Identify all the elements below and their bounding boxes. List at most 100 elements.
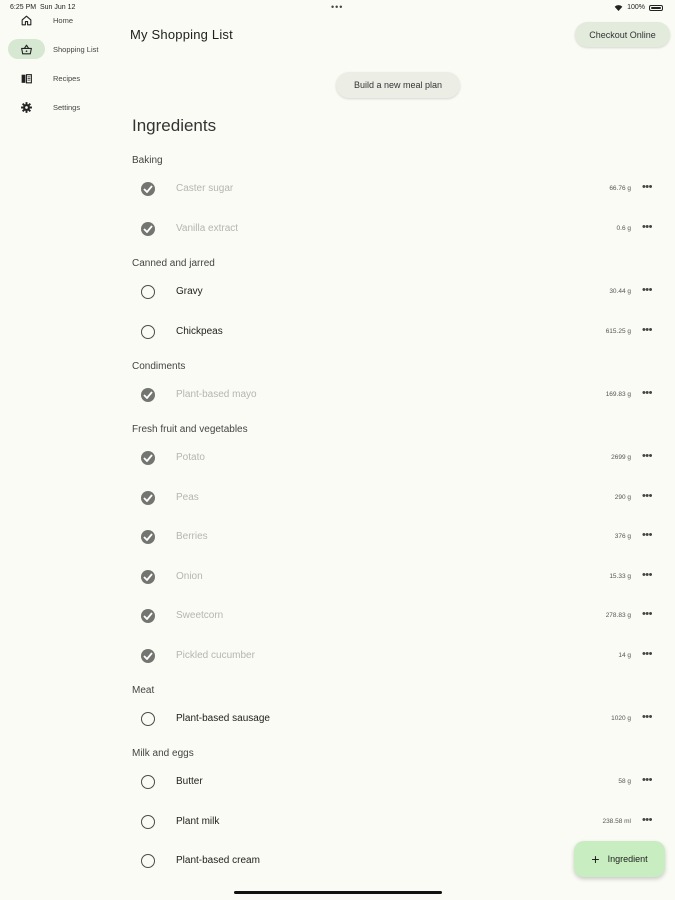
ingredient-name: Gravy (176, 286, 203, 297)
ingredient-quantity: 238.58 ml (602, 817, 631, 825)
more-options-icon[interactable]: ••• (642, 529, 653, 541)
plus-icon: + (591, 851, 600, 867)
checked-checkbox[interactable] (141, 388, 155, 402)
nav-item-home[interactable]: Home (8, 9, 113, 31)
nav-item-settings[interactable]: Settings (8, 96, 113, 118)
page-title: My Shopping List (130, 27, 233, 42)
build-meal-plan-button[interactable]: Build a new meal plan (336, 72, 460, 98)
ingredient-row[interactable]: Berries 376 g ••• (130, 520, 665, 554)
ingredient-name: Peas (176, 491, 199, 503)
more-options-icon[interactable]: ••• (642, 284, 653, 296)
checked-checkbox[interactable] (141, 490, 155, 505)
ingredient-name: Berries (176, 531, 208, 542)
checkmark-icon (143, 493, 153, 502)
ingredient-row[interactable]: Onion 15.33 g ••• (130, 560, 665, 594)
more-options-icon[interactable]: ••• (642, 774, 653, 786)
ingredient-name: Plant-based mayo (176, 389, 257, 400)
basket-icon (21, 44, 32, 54)
battery-icon (649, 4, 663, 11)
unchecked-checkbox[interactable] (141, 285, 155, 299)
category-heading: Canned and jarred (132, 258, 215, 269)
ingredient-quantity: 58 g (618, 778, 631, 785)
category-heading: Baking (132, 155, 163, 166)
checked-checkbox[interactable] (141, 182, 155, 196)
unchecked-checkbox[interactable] (141, 775, 155, 789)
ingredient-quantity: 14 g (618, 651, 631, 659)
ingredient-name: Vanilla extract (176, 222, 239, 234)
nav-label-home: Home (53, 15, 74, 25)
nav-item-shopping-list[interactable]: Shopping List (8, 38, 113, 60)
ingredient-row[interactable]: Pickled cucumber 14 g ••• (130, 639, 665, 673)
ingredient-row[interactable]: Plant milk 238.58 ml ••• (130, 805, 665, 839)
checkmark-icon (143, 533, 153, 541)
multitasking-dots[interactable]: ••• (331, 2, 343, 12)
ingredient-name: Sweetcorn (176, 610, 224, 621)
checkout-online-button[interactable]: Checkout Online (575, 22, 670, 47)
checked-checkbox[interactable] (141, 569, 155, 584)
checked-checkbox[interactable] (141, 530, 155, 544)
ingredient-name: Chickpeas (176, 325, 223, 337)
more-options-icon[interactable]: ••• (642, 324, 653, 336)
category-heading: Condiments (132, 361, 186, 372)
nav-label-settings: Settings (53, 102, 81, 112)
category-heading: Milk and eggs (132, 748, 194, 759)
home-icon (21, 15, 32, 25)
ingredient-row[interactable]: Gravy 30.44 g ••• (130, 275, 665, 309)
more-options-icon[interactable]: ••• (642, 181, 653, 193)
ingredient-quantity: 66.76 g (609, 185, 631, 192)
ingredient-row[interactable]: Chickpeas 615.25 g ••• (130, 315, 665, 349)
gear-icon (21, 101, 32, 113)
ingredient-row[interactable]: Peas 290 g ••• (130, 481, 665, 515)
checkmark-icon (143, 224, 153, 233)
more-options-icon[interactable]: ••• (642, 387, 653, 399)
ingredient-name: Onion (176, 570, 203, 582)
more-options-icon[interactable]: ••• (642, 608, 653, 620)
ingredient-name: Plant milk (176, 815, 220, 827)
more-options-icon[interactable]: ••• (642, 221, 653, 233)
ingredient-quantity: 290 g (614, 493, 631, 501)
ingredient-row[interactable]: Butter 58 g ••• (130, 765, 665, 799)
more-options-icon[interactable]: ••• (642, 814, 653, 826)
more-options-icon[interactable]: ••• (642, 648, 653, 660)
ingredient-quantity: 615.25 g (605, 327, 631, 335)
ingredient-quantity: 1020 g (611, 715, 631, 722)
nav-label-recipes: Recipes (53, 73, 81, 83)
more-options-icon[interactable]: ••• (642, 569, 653, 581)
checked-checkbox[interactable] (141, 648, 155, 663)
ingredient-name: Potato (176, 452, 205, 463)
ingredients-heading: Ingredients (132, 116, 217, 135)
home-indicator[interactable] (234, 891, 442, 894)
ingredient-quantity: 2699 g (611, 454, 631, 461)
ingredient-row[interactable]: Caster sugar 66.76 g ••• (130, 172, 665, 206)
checkmark-icon (143, 185, 153, 193)
more-options-icon[interactable]: ••• (642, 490, 653, 502)
ingredient-quantity: 169.83 g (605, 391, 631, 398)
nav-rail: Home Shopping List Recipes Settings (0, 0, 115, 900)
ingredient-row[interactable]: Potato 2699 g ••• (130, 441, 665, 475)
battery-percent: 100% (627, 4, 645, 11)
nav-item-recipes[interactable]: Recipes (8, 67, 113, 89)
ingredient-row[interactable]: Plant-based mayo 169.83 g ••• (130, 378, 665, 412)
unchecked-checkbox[interactable] (141, 854, 155, 868)
unchecked-checkbox[interactable] (141, 324, 155, 339)
ingredient-row[interactable]: Sweetcorn 278.83 g ••• (130, 599, 665, 633)
ingredient-name: Butter (176, 776, 203, 787)
checkmark-icon (143, 391, 153, 399)
category-heading: Fresh fruit and vegetables (132, 424, 248, 435)
unchecked-checkbox[interactable] (141, 712, 155, 726)
checkmark-icon (143, 454, 153, 462)
ingredient-name: Plant-based sausage (176, 713, 270, 724)
add-ingredient-label: Ingredient (607, 854, 648, 864)
more-options-icon[interactable]: ••• (642, 450, 653, 462)
ingredient-row[interactable]: Plant-based sausage 1020 g ••• (130, 702, 665, 736)
more-options-icon[interactable]: ••• (642, 711, 653, 723)
ingredient-row[interactable]: Vanilla extract 0.6 g ••• (130, 212, 665, 246)
checked-checkbox[interactable] (141, 451, 155, 465)
ingredient-name: Plant-based cream (176, 855, 260, 866)
unchecked-checkbox[interactable] (141, 814, 155, 829)
category-heading: Meat (132, 685, 155, 696)
add-ingredient-button[interactable]: + Ingredient (574, 841, 665, 877)
checked-checkbox[interactable] (141, 221, 155, 236)
wifi-icon (614, 4, 623, 11)
checked-checkbox[interactable] (141, 609, 155, 623)
